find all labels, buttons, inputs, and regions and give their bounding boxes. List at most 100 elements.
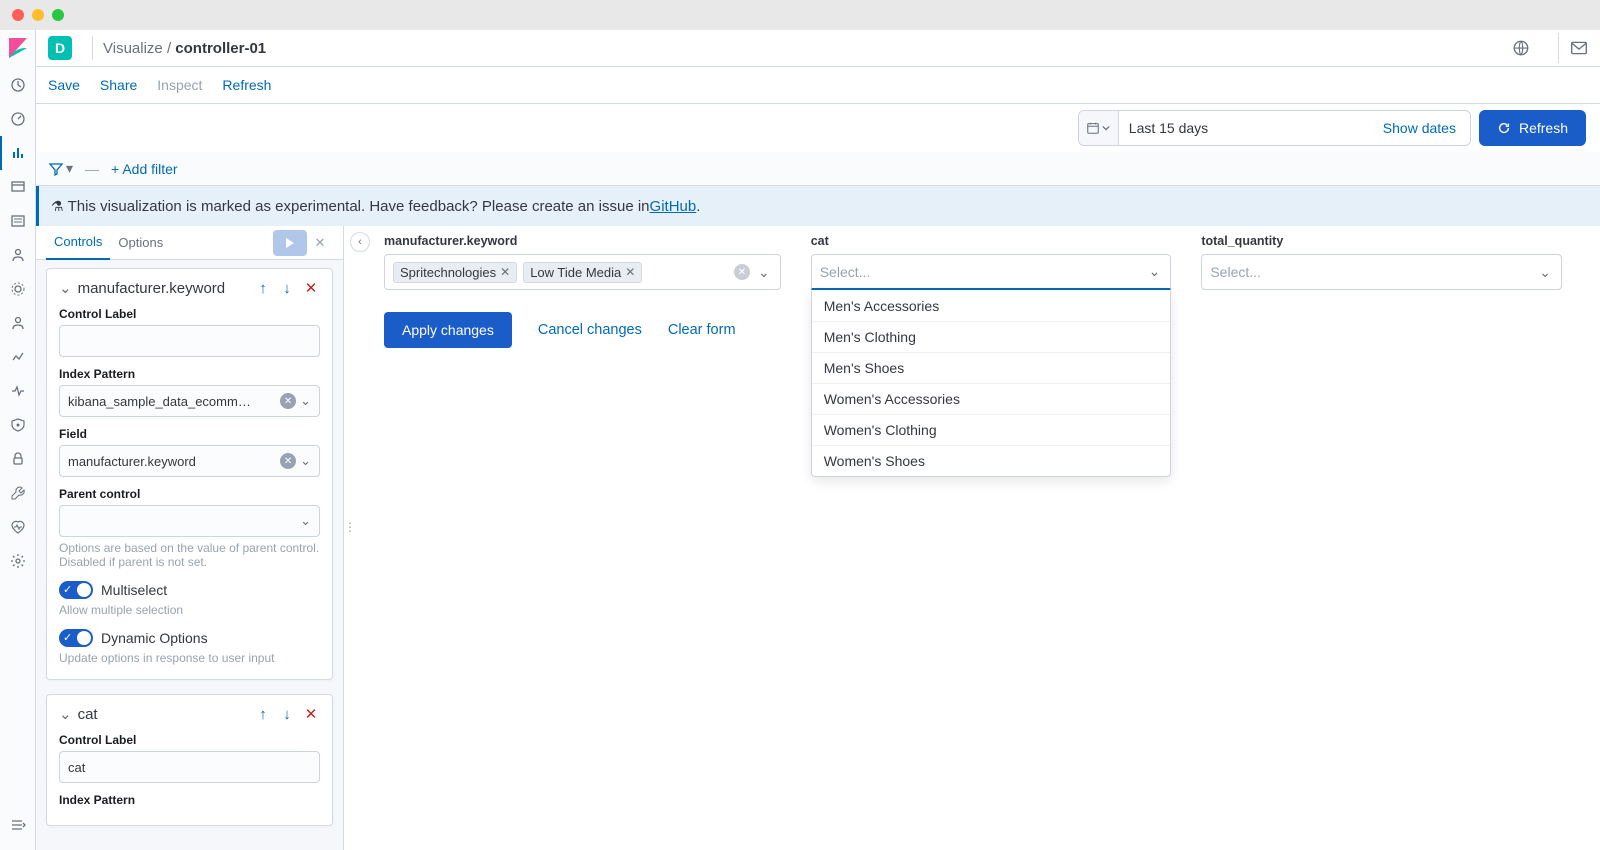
option-mens-clothing[interactable]: Men's Clothing — [812, 322, 1171, 353]
nav-monitoring[interactable] — [0, 510, 36, 544]
label-index-pattern: Index Pattern — [59, 367, 320, 381]
label-field: Field — [59, 427, 320, 441]
refresh-link[interactable]: Refresh — [222, 77, 271, 93]
mac-window-bar — [0, 0, 1600, 30]
ctrl-select-manufacturer[interactable]: Spritechnologies✕ Low Tide Media✕ ✕ ⌄ — [384, 254, 781, 290]
apply-changes-button[interactable]: Apply changes — [384, 312, 512, 348]
nav-uptime[interactable] — [0, 374, 36, 408]
tab-controls[interactable]: Controls — [46, 226, 110, 260]
editor-panel: Controls Options ✕ ⌄ manufacturer.keywor… — [36, 226, 344, 850]
pill-2[interactable]: Low Tide Media✕ — [523, 262, 642, 283]
nav-collapse[interactable] — [0, 808, 36, 842]
multiselect-label: Multiselect — [101, 582, 167, 598]
move-down-icon[interactable]: ↓ — [278, 279, 296, 297]
nav-visualize[interactable] — [0, 136, 36, 170]
label-control-label: Control Label — [59, 733, 320, 747]
ctrl-placeholder: Select... — [1210, 264, 1261, 280]
nav-infra[interactable] — [0, 272, 36, 306]
banner-text: This visualization is marked as experime… — [68, 198, 650, 215]
tab-options[interactable]: Options — [110, 226, 171, 260]
date-picker[interactable]: Last 15 days Show dates — [1078, 110, 1471, 146]
breadcrumb-section[interactable]: Visualize — [103, 40, 163, 57]
nav-apm[interactable] — [0, 340, 36, 374]
nav-maps[interactable] — [0, 204, 36, 238]
ctrl-label-quantity: total_quantity — [1201, 234, 1562, 248]
chevron-down-icon[interactable]: ⌄ — [756, 264, 772, 281]
cancel-changes-button[interactable]: Cancel changes — [538, 322, 642, 338]
discard-button[interactable]: ✕ — [307, 235, 333, 251]
ctrl-select-cat[interactable]: Select... ⌄ Men's Accessories Men's Clot… — [811, 254, 1172, 290]
remove-icon[interactable]: ✕ — [302, 279, 320, 297]
option-womens-clothing[interactable]: Women's Clothing — [812, 415, 1171, 446]
chevron-down-icon[interactable]: ⌄ — [300, 453, 311, 469]
calendar-icon[interactable] — [1079, 111, 1119, 145]
refresh-button[interactable]: Refresh — [1479, 110, 1586, 146]
field-combo[interactable]: manufacturer.keyword ✕ ⌄ — [59, 445, 320, 477]
save-button[interactable]: Save — [48, 77, 80, 93]
mail-icon[interactable] — [1558, 33, 1588, 63]
filter-separator: — — [85, 161, 99, 177]
chevron-down-icon[interactable]: ⌄ — [1537, 264, 1553, 281]
remove-pill-icon[interactable]: ✕ — [625, 265, 635, 279]
move-up-icon[interactable]: ↑ — [254, 705, 272, 723]
clear-all-icon[interactable]: ✕ — [734, 264, 750, 280]
mac-minimize-icon[interactable] — [32, 9, 44, 21]
divider — [92, 36, 93, 60]
space-selector[interactable]: D — [48, 36, 72, 60]
control-label-input[interactable] — [59, 751, 320, 783]
move-up-icon[interactable]: ↑ — [254, 279, 272, 297]
clear-icon[interactable]: ✕ — [280, 393, 296, 409]
pill-1[interactable]: Spritechnologies✕ — [393, 262, 517, 283]
card-title: manufacturer.keyword — [78, 280, 248, 297]
date-range-text[interactable]: Last 15 days — [1119, 111, 1369, 145]
add-filter-button[interactable]: + Add filter — [111, 161, 178, 177]
option-mens-shoes[interactable]: Men's Shoes — [812, 353, 1171, 384]
option-mens-accessories[interactable]: Men's Accessories — [812, 291, 1171, 322]
nav-discover[interactable] — [0, 68, 36, 102]
ctrl-select-quantity[interactable]: Select... ⌄ — [1201, 254, 1562, 290]
option-womens-accessories[interactable]: Women's Accessories — [812, 384, 1171, 415]
filter-menu-icon[interactable]: ▾ — [48, 160, 73, 177]
editor-body: ⌄ manufacturer.keyword ↑ ↓ ✕ Control Lab… — [36, 260, 343, 850]
chevron-down-icon[interactable]: ⌄ — [59, 279, 72, 297]
mac-close-icon[interactable] — [12, 9, 24, 21]
date-refresh-row: Last 15 days Show dates Refresh — [36, 104, 1600, 152]
nav-ml[interactable] — [0, 238, 36, 272]
chevron-down-icon[interactable]: ⌄ — [59, 705, 72, 723]
dynamic-help: Update options in response to user input — [59, 651, 320, 665]
chevron-down-icon[interactable]: ⌄ — [1147, 263, 1163, 280]
chevron-down-icon[interactable]: ⌄ — [300, 513, 311, 529]
chevron-down-icon[interactable]: ⌄ — [300, 393, 311, 409]
control-label-input[interactable] — [59, 325, 320, 357]
news-icon[interactable] — [1506, 33, 1536, 63]
remove-icon[interactable]: ✕ — [302, 705, 320, 723]
nav-management[interactable] — [0, 544, 36, 578]
vis-toolbar: Save Share Inspect Refresh — [36, 67, 1600, 104]
apply-preview-button[interactable] — [273, 230, 307, 256]
banner-github-link[interactable]: GitHub — [650, 198, 697, 215]
show-dates-link[interactable]: Show dates — [1369, 111, 1470, 145]
option-womens-shoes[interactable]: Women's Shoes — [812, 446, 1171, 476]
nav-canvas[interactable] — [0, 170, 36, 204]
nav-logs[interactable] — [0, 306, 36, 340]
label-control-label: Control Label — [59, 307, 320, 321]
dynamic-toggle[interactable]: ✓ — [59, 629, 93, 647]
kibana-logo-icon[interactable] — [6, 36, 30, 60]
nav-devtools[interactable] — [0, 476, 36, 510]
resize-handle[interactable]: ⋮ — [344, 520, 355, 534]
remove-pill-icon[interactable]: ✕ — [500, 265, 510, 279]
nav-siem[interactable] — [0, 408, 36, 442]
nav-dashboard[interactable] — [0, 102, 36, 136]
multiselect-toggle[interactable]: ✓ — [59, 581, 93, 599]
share-button[interactable]: Share — [100, 77, 137, 93]
mac-zoom-icon[interactable] — [52, 9, 64, 21]
card-title: cat — [78, 706, 248, 723]
control-card-manufacturer: ⌄ manufacturer.keyword ↑ ↓ ✕ Control Lab… — [46, 268, 333, 680]
clear-icon[interactable]: ✕ — [280, 453, 296, 469]
index-pattern-combo[interactable]: kibana_sample_data_ecomm… ✕ ⌄ — [59, 385, 320, 417]
nav-security[interactable] — [0, 442, 36, 476]
clear-form-button[interactable]: Clear form — [668, 322, 736, 338]
move-down-icon[interactable]: ↓ — [278, 705, 296, 723]
beaker-icon: ⚗ — [51, 198, 64, 215]
parent-combo[interactable]: ⌄ — [59, 505, 320, 537]
